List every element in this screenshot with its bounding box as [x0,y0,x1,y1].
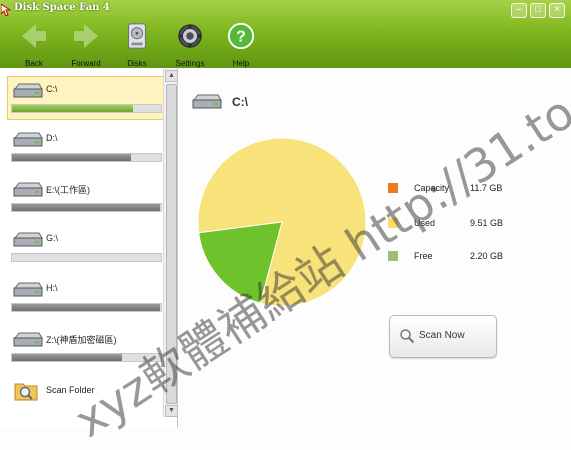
legend-free: Free 2.20 GB [388,250,548,264]
forward-label: Forward [71,59,101,68]
drive-item-z[interactable]: Z:\(神盾加密磁區) [8,326,163,368]
drive-icon [192,94,222,109]
gear-icon [177,23,203,49]
drive-item-g[interactable]: G:\ [8,226,163,268]
drive-item-h[interactable]: H:\ [8,276,163,318]
magnifier-icon [400,329,415,344]
drive-usage-bar [11,153,162,162]
drive-usage-bar [11,353,162,362]
help-button[interactable]: ? Help [219,22,263,68]
scroll-thumb[interactable] [166,84,177,404]
disks-button[interactable]: Disks [115,22,159,68]
drive-item-e[interactable]: E:\(工作區) [8,176,163,218]
close-button[interactable]: × [549,3,565,18]
drive-usage-fill [12,204,160,211]
legend-swatch [388,218,398,228]
drive-icon [13,282,43,297]
svg-text:?: ? [236,29,246,46]
legend-swatch [388,183,398,193]
legend-name: Capacity [414,183,450,193]
disks-label: Disks [127,59,147,68]
legend-swatch [388,251,398,261]
back-arrow-icon [22,24,46,48]
disk-drive-icon [128,23,146,49]
help-icon: ? [227,22,255,50]
scan-now-button[interactable]: Scan Now [389,315,497,358]
drive-title: C:\ [232,95,248,109]
minimize-button[interactable]: – [511,3,527,18]
drive-icon [13,182,43,197]
drive-icon [13,132,43,147]
drive-details-panel: C:\ Capacity 11.7 GB Used 9.51 GB Free 2… [178,68,571,428]
drive-usage-fill [12,105,133,112]
legend-name: Free [414,251,433,261]
drive-label: G:\ [46,233,59,243]
app-title: Disk Space Fan 4 [14,2,110,13]
scan-folder-button[interactable]: Scan Folder [14,377,154,405]
drive-label: H:\ [46,283,58,293]
scroll-up-arrow[interactable]: ▲ [165,70,178,82]
drive-label: E:\(工作區) [46,185,90,195]
forward-button[interactable]: Forward [64,22,108,68]
maximize-button[interactable]: □ [530,3,546,18]
legend-value: 2.20 GB [470,251,504,261]
legend-used: Used 9.51 GB [388,217,548,231]
legend-capacity: Capacity 11.7 GB [388,182,548,196]
drive-item-d[interactable]: D:\ [8,126,163,168]
legend-value: 9.51 GB [470,218,504,228]
settings-label: Settings [175,59,205,68]
drive-icon [13,232,43,247]
sidebar-scrollbar[interactable]: ▲ ▼ [163,68,178,417]
cursor-icon [1,4,11,16]
help-label: Help [232,59,250,68]
drive-usage-bar [11,104,162,113]
usage-pie-chart [197,137,367,307]
forward-arrow-icon [74,24,98,48]
legend-value: 11.7 GB [470,183,503,193]
drive-icon [13,83,43,98]
drive-item-c[interactable]: C:\ [7,76,165,120]
folder-search-icon [14,383,38,401]
drive-label: Z:\(神盾加密磁區) [46,335,117,345]
drive-label: C:\ [46,84,58,94]
drive-list: C:\ D:\ E:\(工作區) G:\ H:\ Z:\(神盾加密磁區) Sca… [0,68,178,428]
drive-icon [13,332,43,347]
settings-button[interactable]: Settings [168,22,212,68]
scan-folder-label: Scan Folder [46,385,95,395]
scroll-down-arrow[interactable]: ▼ [165,405,178,417]
drive-usage-fill [12,354,123,361]
drive-usage-fill [12,154,132,161]
drive-usage-bar [11,203,162,212]
toolbar: Disk Space Fan 4 – □ × Back Forward Disk… [0,0,571,68]
drive-usage-bar [11,303,162,312]
drive-label: D:\ [46,133,58,143]
back-label: Back [25,59,43,68]
window-controls: – □ × [511,3,565,18]
back-button[interactable]: Back [12,22,56,68]
legend-name: Used [414,218,436,228]
scan-now-label: Scan Now [419,330,465,341]
drive-usage-bar [11,253,162,262]
drive-usage-fill [12,304,160,311]
